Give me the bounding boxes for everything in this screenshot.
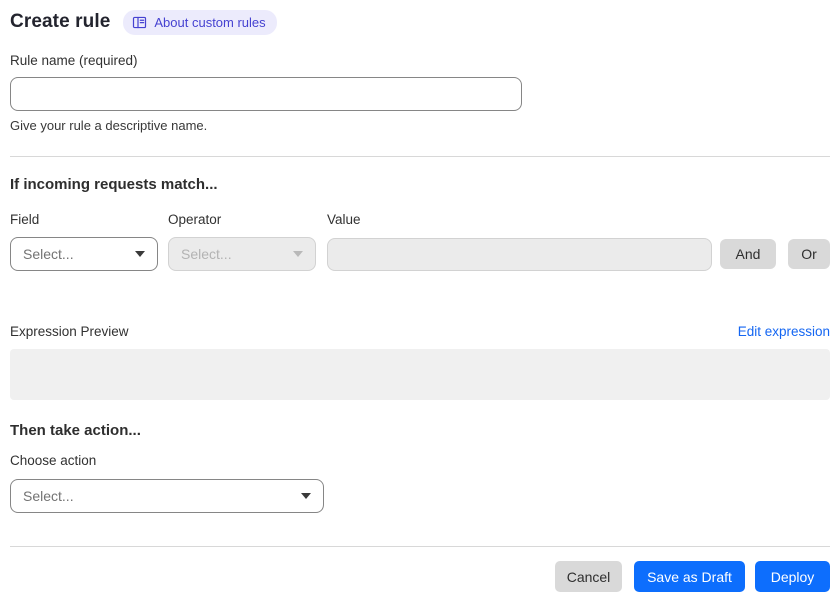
field-select[interactable]: Select...	[10, 237, 158, 271]
rule-name-input[interactable]	[10, 77, 522, 111]
operator-select-placeholder: Select...	[181, 246, 232, 262]
value-label: Value	[327, 212, 361, 227]
cancel-button[interactable]: Cancel	[555, 561, 622, 592]
field-select-placeholder: Select...	[23, 246, 74, 262]
chevron-down-icon	[293, 251, 303, 257]
choose-action-placeholder: Select...	[23, 488, 74, 504]
footer-actions: Cancel Save as Draft Deploy	[10, 561, 830, 592]
deploy-button[interactable]: Deploy	[755, 561, 830, 592]
chevron-down-icon	[301, 493, 311, 499]
rule-name-help: Give your rule a descriptive name.	[10, 118, 208, 133]
divider-bottom	[10, 546, 830, 547]
page-title: Create rule	[10, 11, 111, 32]
save-as-draft-button[interactable]: Save as Draft	[634, 561, 745, 592]
expression-header-row: Expression Preview Edit expression	[10, 324, 830, 339]
field-label: Field	[10, 212, 40, 227]
action-section-heading: Then take action...	[10, 422, 141, 439]
divider-top	[10, 156, 830, 157]
chevron-down-icon	[135, 251, 145, 257]
create-rule-form: Create rule About custom rules Rule name…	[0, 0, 839, 592]
expression-preview-box	[10, 349, 830, 400]
header: Create rule About custom rules	[10, 9, 830, 35]
rule-name-label: Rule name (required)	[10, 53, 138, 68]
edit-expression-link[interactable]: Edit expression	[738, 324, 830, 339]
operator-label: Operator	[168, 212, 222, 227]
book-icon	[132, 15, 147, 30]
and-button[interactable]: And	[720, 239, 776, 269]
choose-action-label: Choose action	[10, 453, 97, 468]
match-controls-row: Select... Select... And Or	[10, 237, 830, 271]
about-badge-label: About custom rules	[154, 14, 266, 30]
operator-select[interactable]: Select...	[168, 237, 316, 271]
match-section-heading: If incoming requests match...	[10, 176, 218, 193]
match-labels-row: Field Operator Value	[10, 212, 830, 227]
about-custom-rules-badge[interactable]: About custom rules	[123, 9, 277, 35]
value-input[interactable]	[327, 237, 712, 271]
expression-preview-label: Expression Preview	[10, 324, 129, 339]
or-button[interactable]: Or	[788, 239, 830, 269]
choose-action-select[interactable]: Select...	[10, 479, 324, 513]
